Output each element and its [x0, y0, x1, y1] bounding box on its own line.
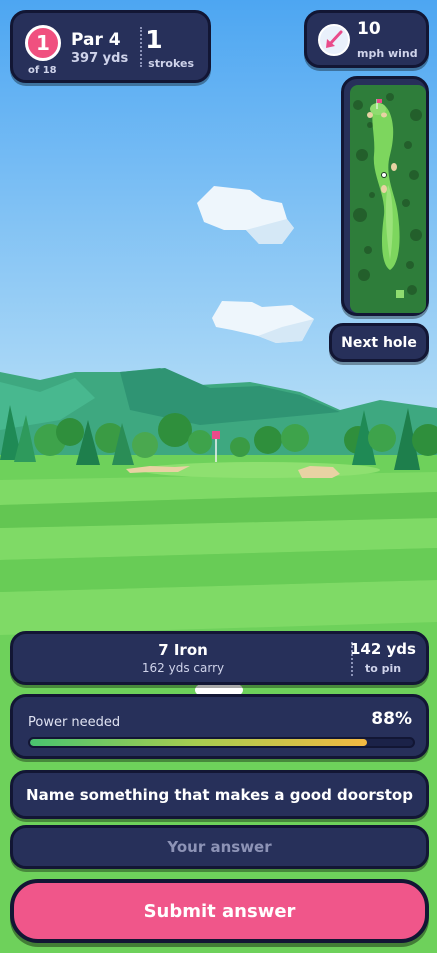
power-bar-fill	[30, 739, 368, 746]
distance-to-pin: 142 yds	[350, 640, 416, 658]
to-pin-label: to pin	[364, 662, 402, 675]
question-prompt: Name something that makes a good doorsto…	[10, 770, 429, 819]
strokes-count: 1	[145, 25, 163, 54]
next-hole-button[interactable]: Next hole	[329, 323, 429, 362]
power-bar	[28, 737, 415, 748]
club-name: 7 Iron	[158, 641, 208, 659]
wind-label: mph wind	[357, 47, 418, 60]
hole-info-panel: 1 of 18 Par 4 397 yds 1 strokes	[10, 10, 211, 83]
submit-answer-button[interactable]: Submit answer	[10, 879, 429, 943]
par-label: Par 4	[71, 30, 121, 50]
power-percentage: 88%	[371, 709, 412, 729]
club-panel: 7 Iron 162 yds carry 142 yds to pin	[10, 631, 429, 685]
strokes-label: strokes	[148, 57, 194, 70]
minimap-course-icon	[350, 85, 426, 313]
wind-speed: 10	[357, 19, 381, 39]
club-carry: 162 yds carry	[141, 661, 225, 675]
course-minimap[interactable]	[341, 76, 429, 316]
wind-arrow-icon	[318, 24, 350, 56]
answer-input[interactable]	[10, 825, 429, 869]
hole-number-badge: 1	[25, 25, 61, 61]
wind-panel: 10 mph wind	[304, 10, 429, 68]
power-label: Power needed	[28, 715, 121, 730]
power-panel: Power needed 88%	[10, 694, 429, 759]
total-holes-label: of 18	[28, 65, 57, 76]
hole-yardage: 397 yds	[71, 51, 129, 66]
